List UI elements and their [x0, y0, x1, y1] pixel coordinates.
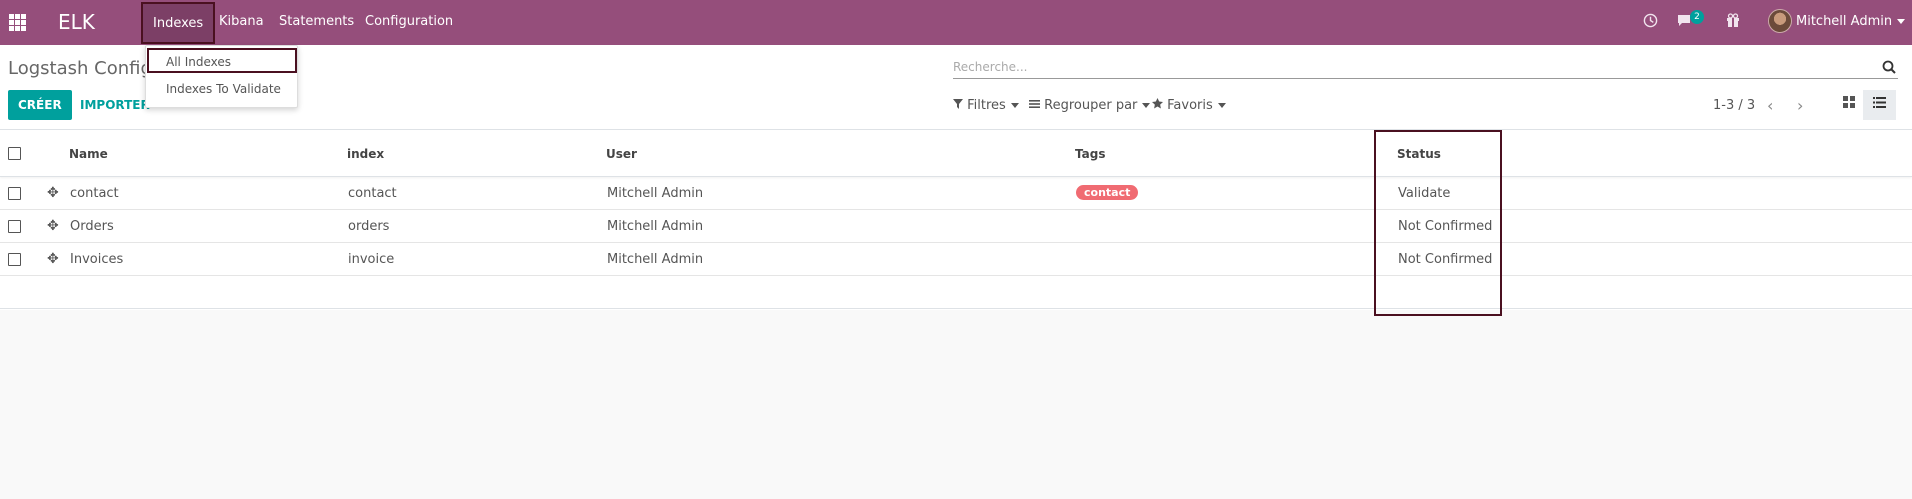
cell-user: Mitchell Admin: [607, 219, 704, 234]
empty-table-row: [0, 276, 1912, 309]
tag-badge: contact: [1076, 185, 1139, 200]
caret-down-icon: [1217, 103, 1226, 108]
status-column-highlight: [1374, 130, 1502, 316]
table-row[interactable]: ✥ contact contact Mitchell Admin contact…: [0, 177, 1912, 210]
search-placeholder: Recherche...: [953, 60, 1028, 74]
cell-name: Orders: [70, 219, 114, 234]
menu-indexes[interactable]: Indexes: [141, 2, 216, 44]
group-by-button[interactable]: Regrouper par: [1029, 98, 1151, 113]
group-by-icon: [1029, 100, 1040, 108]
caret-down-icon: [1142, 103, 1151, 108]
create-button[interactable]: CRÉER: [8, 90, 72, 120]
search-input[interactable]: Recherche...: [953, 57, 1898, 79]
caret-down-icon: [1010, 103, 1019, 108]
cell-index: invoice: [348, 252, 395, 267]
filter-icon: [953, 99, 963, 109]
kanban-view-button[interactable]: [1832, 90, 1865, 120]
drag-handle-icon[interactable]: ✥: [47, 218, 59, 234]
menu-statements[interactable]: Statements: [279, 14, 354, 29]
activity-clock-icon[interactable]: [1643, 13, 1658, 32]
cell-name: contact: [70, 186, 119, 201]
import-button[interactable]: IMPORTER: [80, 98, 150, 112]
drag-handle-icon[interactable]: ✥: [47, 185, 59, 201]
favorites-label: Favoris: [1167, 98, 1213, 113]
breadcrumb: Logstash Config: [8, 58, 152, 79]
cell-index: contact: [348, 186, 397, 201]
list-view-table: Name index User Tags Status ✥ contact co…: [0, 130, 1912, 310]
row-checkbox[interactable]: [8, 187, 21, 200]
cell-index: orders: [348, 219, 390, 234]
dropdown-item-indexes-to-validate[interactable]: Indexes To Validate: [166, 82, 281, 96]
search-icon[interactable]: [1882, 60, 1896, 74]
indexes-dropdown-menu: All Indexes Indexes To Validate: [145, 45, 298, 108]
pager-next-icon[interactable]: ›: [1797, 96, 1803, 115]
filters-button[interactable]: Filtres: [953, 98, 1019, 113]
column-header-index[interactable]: index: [347, 147, 384, 161]
dropdown-item-all-indexes[interactable]: All Indexes: [147, 48, 297, 73]
list-view-button[interactable]: [1863, 90, 1896, 120]
row-checkbox[interactable]: [8, 253, 21, 266]
top-navbar: ELK Indexes Kibana Statements Configurat…: [0, 0, 1912, 45]
app-brand[interactable]: ELK: [58, 10, 95, 34]
pager-previous-icon[interactable]: ‹: [1767, 96, 1773, 115]
cell-user: Mitchell Admin: [607, 186, 704, 201]
column-header-user[interactable]: User: [606, 147, 637, 161]
menu-configuration[interactable]: Configuration: [365, 14, 453, 29]
user-menu[interactable]: Mitchell Admin: [1796, 14, 1906, 29]
table-row[interactable]: ✥ Invoices invoice Mitchell Admin Not Co…: [0, 243, 1912, 276]
pager-value[interactable]: 1-3 / 3: [1713, 98, 1755, 113]
messages-count-badge: 2: [1690, 10, 1704, 24]
star-icon: [1152, 98, 1163, 109]
caret-down-icon: [1897, 19, 1906, 24]
cell-name: Invoices: [70, 252, 124, 267]
group-by-label: Regrouper par: [1044, 98, 1138, 113]
table-header-row: Name index User Tags Status: [0, 130, 1912, 177]
select-all-checkbox[interactable]: [8, 147, 21, 160]
filters-label: Filtres: [967, 98, 1006, 113]
drag-handle-icon[interactable]: ✥: [47, 251, 59, 267]
user-name: Mitchell Admin: [1796, 14, 1893, 29]
apps-grid-icon[interactable]: [9, 14, 26, 31]
menu-kibana[interactable]: Kibana: [219, 14, 264, 29]
user-avatar[interactable]: [1768, 9, 1792, 33]
column-header-name[interactable]: Name: [69, 147, 108, 161]
column-header-tags[interactable]: Tags: [1075, 147, 1105, 161]
gift-icon[interactable]: [1726, 13, 1740, 32]
table-row[interactable]: ✥ Orders orders Mitchell Admin Not Confi…: [0, 210, 1912, 243]
cell-user: Mitchell Admin: [607, 252, 704, 267]
favorites-button[interactable]: Favoris: [1152, 98, 1226, 113]
list-view-icon: [1873, 97, 1886, 108]
row-checkbox[interactable]: [8, 220, 21, 233]
kanban-view-icon: [1842, 96, 1855, 108]
